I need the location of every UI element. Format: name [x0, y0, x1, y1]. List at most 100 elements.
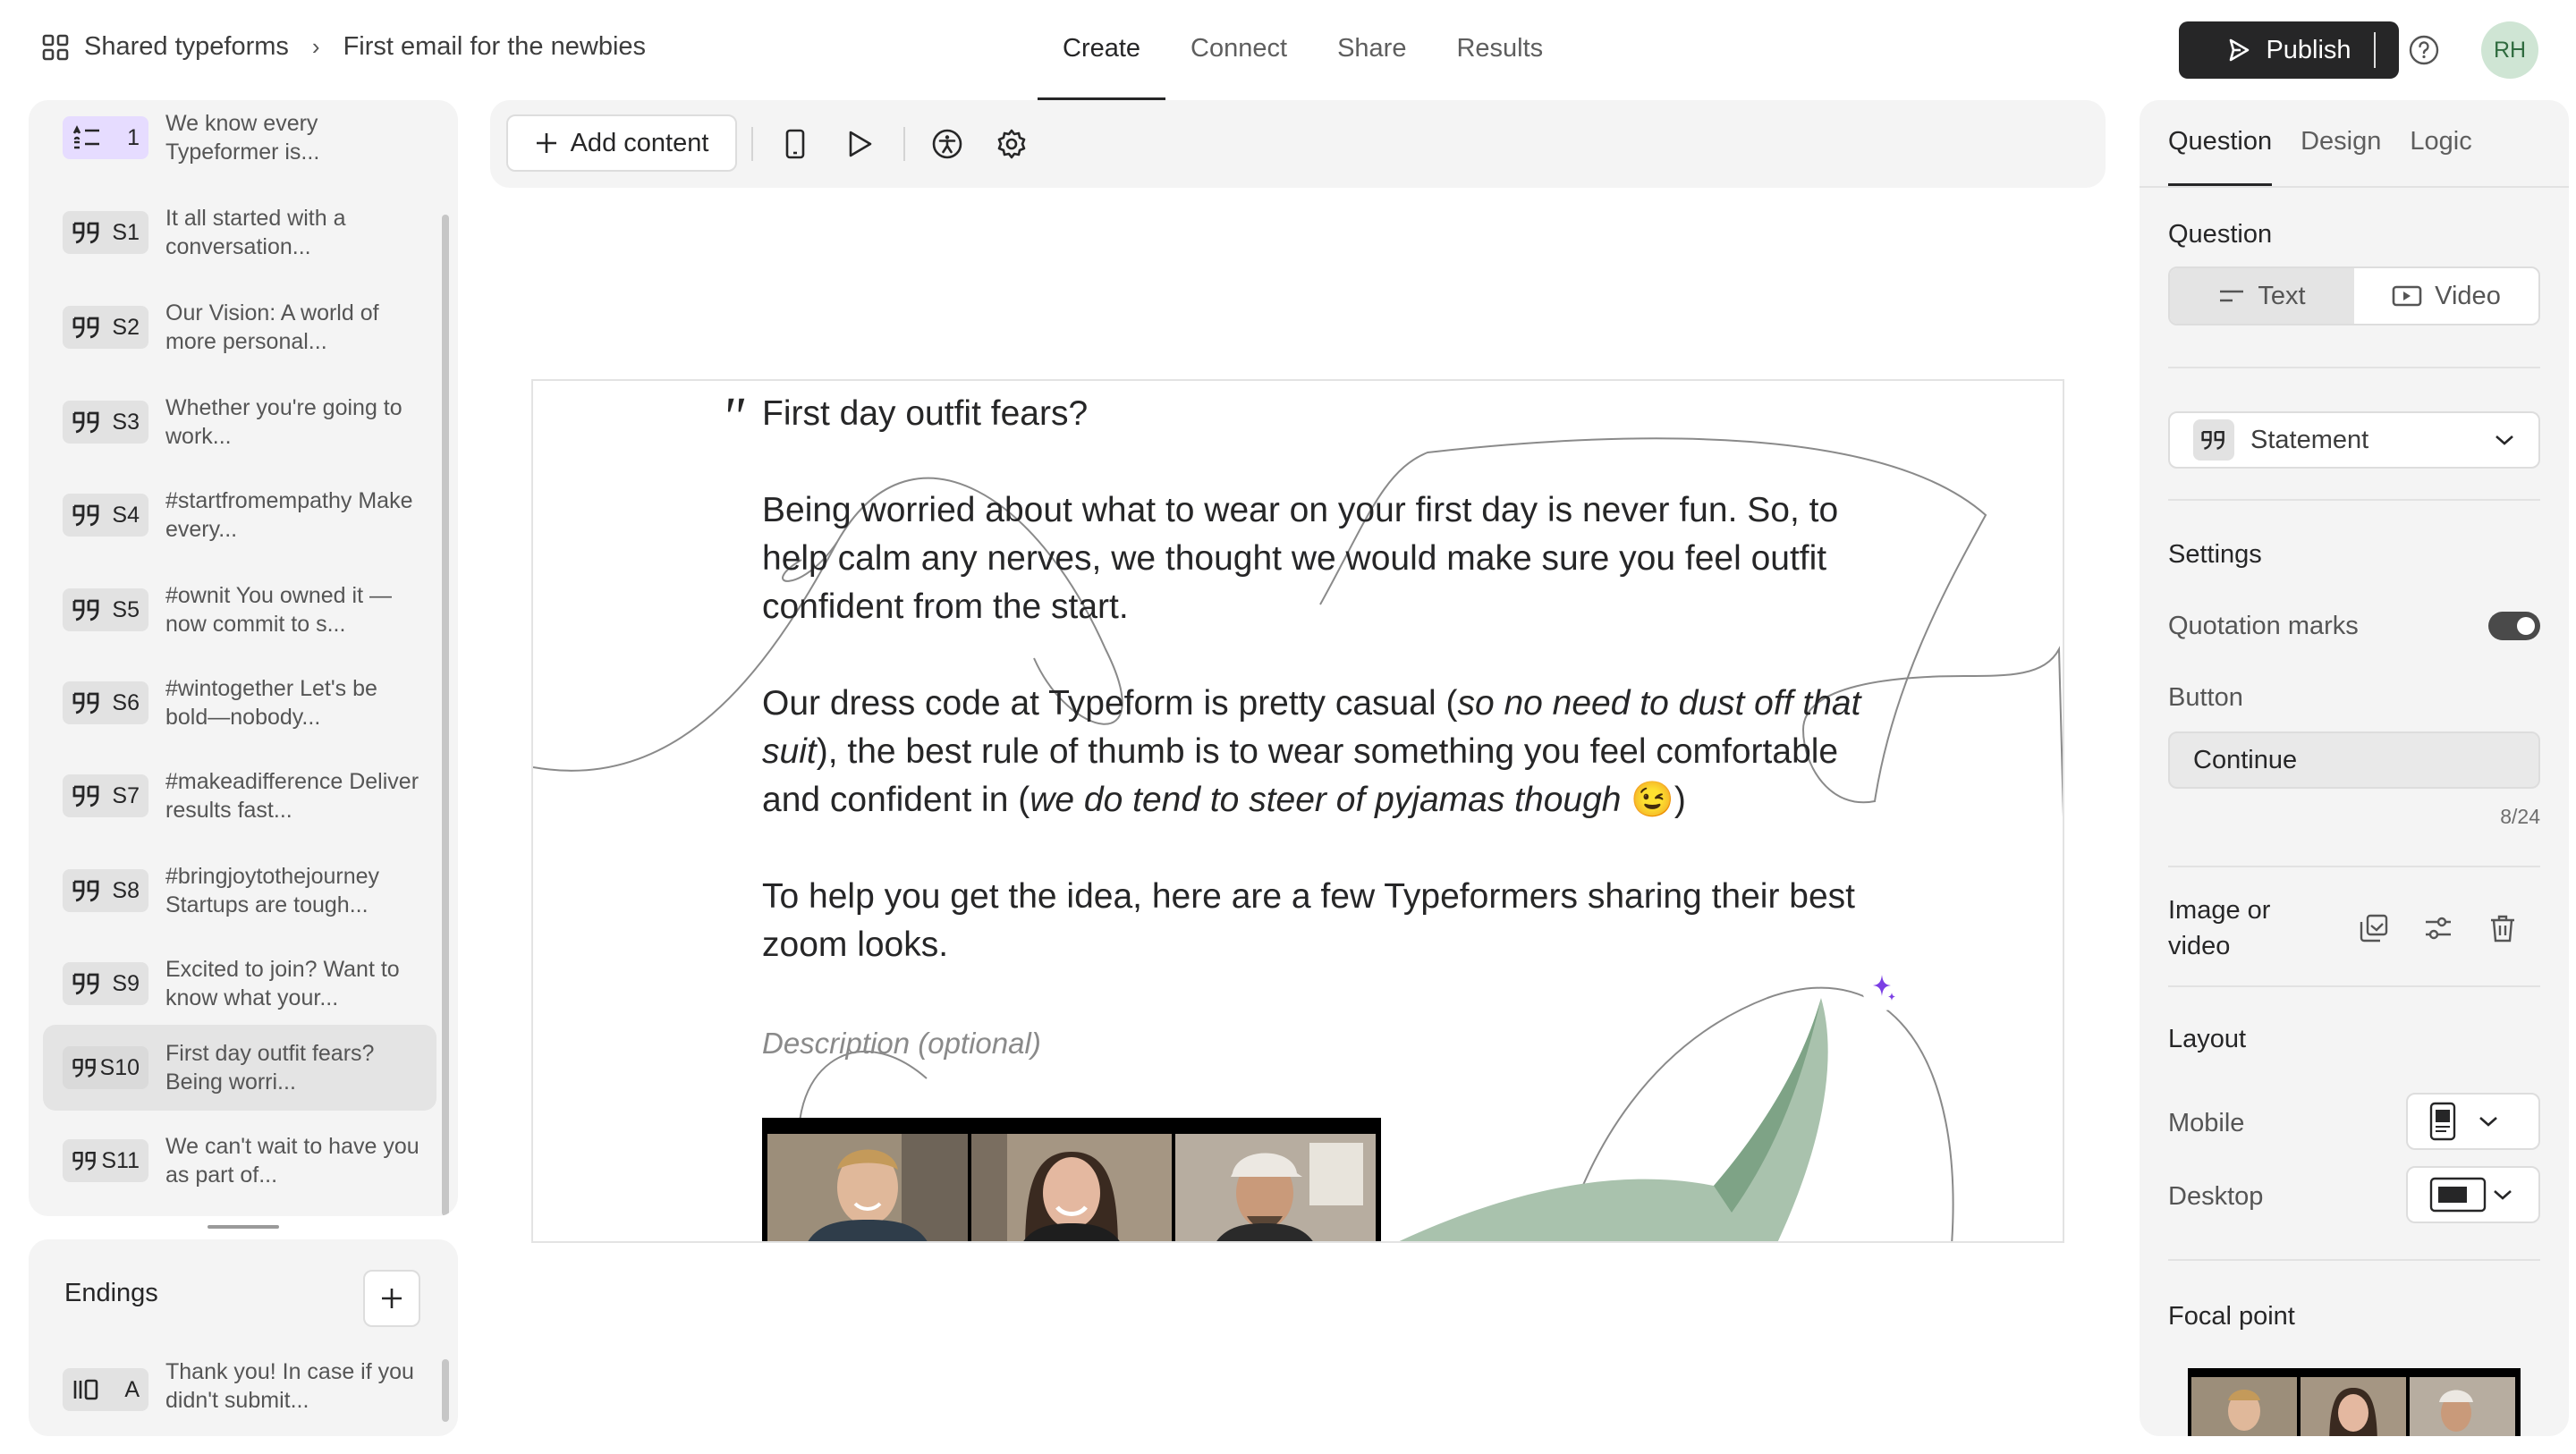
button-label: Button	[2168, 683, 2243, 712]
question-item-label: First day outfit fears? Being worri...	[165, 1041, 375, 1095]
question-badge: S2	[63, 306, 148, 349]
endings-scrollbar[interactable]	[442, 1359, 449, 1422]
question-badge: S11	[63, 1139, 148, 1182]
desktop-layout-label: Desktop	[2168, 1182, 2264, 1211]
replace-media-icon[interactable]	[2356, 910, 2392, 946]
divider	[2140, 186, 2569, 188]
avatar[interactable]: RH	[2481, 21, 2538, 79]
question-list-scrollbar[interactable]	[442, 215, 449, 1216]
header-divider	[2374, 32, 2376, 68]
add-content-button[interactable]: Add content	[506, 114, 737, 172]
button-text-input[interactable]	[2168, 731, 2540, 789]
list-icon	[72, 125, 99, 149]
add-content-label: Add content	[570, 128, 709, 157]
question-heading: Question	[2168, 220, 2273, 249]
mobile-layout-dropdown[interactable]	[2406, 1093, 2540, 1150]
leaf-graphic	[1399, 998, 1828, 1241]
question-badge: S8	[63, 869, 148, 912]
tab-create[interactable]: Create	[1038, 0, 1166, 100]
settings-gear-icon[interactable]	[995, 127, 1029, 161]
quote-mark-icon: "	[721, 387, 745, 448]
plus-icon	[382, 1289, 402, 1308]
question-item[interactable]: S9 Excited to join? Want to know what yo…	[43, 941, 436, 1027]
question-item[interactable]: S11 We can't wait to have you as part of…	[43, 1118, 436, 1204]
question-item[interactable]: S4 #startfromempathy Make every...	[43, 472, 436, 558]
question-item-label: Our Vision: A world of more personal...	[165, 300, 379, 354]
breadcrumb-form-title[interactable]: First email for the newbies	[343, 32, 646, 62]
question-item[interactable]: S6 #wintogether Let's be bold—nobody...	[43, 660, 436, 746]
focal-point-heading: Focal point	[2168, 1302, 2295, 1331]
question-item[interactable]: S3 Whether you're going to work...	[43, 379, 436, 465]
video-icon	[2392, 285, 2422, 307]
tab-connect[interactable]: Connect	[1165, 0, 1312, 100]
plus-icon	[536, 133, 556, 153]
video-option-button[interactable]: Video	[2354, 268, 2538, 324]
ending-icon	[73, 1379, 98, 1400]
workspace-grid-icon[interactable]	[41, 33, 70, 62]
tab-design[interactable]: Design	[2301, 100, 2381, 186]
adjust-sliders-icon[interactable]	[2420, 910, 2456, 946]
ending-item[interactable]: A Thank you! In case if you didn't submi…	[43, 1350, 436, 1429]
add-ending-button[interactable]	[363, 1270, 420, 1327]
description-input[interactable]: Description (optional)	[762, 1027, 1041, 1061]
question-item-label: #wintogether Let's be bold—nobody...	[165, 676, 377, 730]
mobile-layout-icon	[2429, 1102, 2456, 1141]
question-item[interactable]: S7 #makeadifference Deliver results fast…	[43, 753, 436, 839]
divider	[2168, 985, 2540, 987]
mobile-preview-icon[interactable]	[778, 127, 812, 161]
tab-share[interactable]: Share	[1312, 0, 1431, 100]
tab-logic[interactable]: Logic	[2410, 100, 2471, 186]
question-list-panel: 1 We know every Typeformer is... S1 It a…	[29, 100, 458, 1216]
text-option-button[interactable]: Text	[2170, 268, 2354, 324]
question-badge: S10	[63, 1046, 148, 1089]
question-type-toggle: Text Video	[2168, 266, 2540, 325]
question-badge: 1	[63, 116, 148, 159]
quote-icon	[72, 692, 99, 714]
tab-question[interactable]: Question	[2168, 100, 2273, 186]
quote-icon	[72, 411, 99, 434]
main-nav-tabs: Create Connect Share Results	[1038, 0, 1568, 100]
breadcrumb-workspace-link[interactable]: Shared typeforms	[84, 32, 289, 62]
question-item-label: #bringjoytothejourney Startups are tough…	[165, 864, 380, 917]
help-icon[interactable]	[2408, 34, 2440, 66]
question-badge: S6	[63, 681, 148, 724]
endings-panel: Endings A Thank you! In case if you didn…	[29, 1239, 458, 1436]
question-badge: S5	[63, 588, 148, 631]
question-item[interactable]: S8 #bringjoytothejourney Startups are to…	[43, 848, 436, 934]
button-char-counter: 8/24	[2500, 805, 2540, 828]
focal-point-image[interactable]	[2188, 1368, 2521, 1436]
image-or-video-label: Image or video	[2168, 896, 2271, 960]
settings-tabs: Question Design Logic	[2168, 100, 2472, 186]
quote-icon	[72, 1151, 96, 1171]
video-call-person-1	[767, 1134, 968, 1241]
question-badge: S1	[63, 211, 148, 254]
ai-sparkle-icon[interactable]	[1860, 966, 1907, 1012]
question-item[interactable]: S1 It all started with a conversation...	[43, 190, 436, 275]
trash-icon[interactable]	[2485, 910, 2521, 946]
chevron-down-icon	[2479, 1117, 2497, 1127]
statement-paragraph-1: Being worried about what to wear on your…	[762, 491, 1839, 626]
question-item-label: It all started with a conversation...	[165, 206, 346, 259]
question-item-selected[interactable]: S10 First day outfit fears? Being worri.…	[43, 1025, 436, 1111]
question-item[interactable]: S5 #ownit You owned it —now commit to s.…	[43, 567, 436, 653]
question-item[interactable]: S2 Our Vision: A world of more personal.…	[43, 284, 436, 370]
play-preview-icon[interactable]	[843, 127, 877, 161]
publish-button[interactable]: Publish	[2179, 21, 2399, 79]
question-badge: S4	[63, 494, 148, 537]
endings-title: Endings	[64, 1279, 158, 1307]
breadcrumb: Shared typeforms › First email for the n…	[41, 32, 646, 62]
quote-icon	[72, 785, 99, 807]
question-type-dropdown[interactable]: Statement	[2168, 411, 2540, 469]
accessibility-icon[interactable]	[930, 127, 964, 161]
tab-results[interactable]: Results	[1431, 0, 1568, 100]
statement-text[interactable]: First day outfit fears? Being worried ab…	[762, 390, 1871, 1018]
form-preview-canvas[interactable]: " First day outfit fears? Being worried …	[531, 379, 2064, 1243]
ending-badge: A	[63, 1368, 148, 1411]
publish-label: Publish	[2266, 35, 2351, 64]
quotation-marks-toggle[interactable]	[2488, 612, 2540, 640]
quotation-marks-label: Quotation marks	[2168, 612, 2359, 640]
panel-resize-handle[interactable]	[208, 1225, 279, 1229]
question-item[interactable]: 1 We know every Typeformer is...	[43, 100, 436, 181]
statement-image[interactable]	[762, 1118, 1381, 1241]
desktop-layout-dropdown[interactable]	[2406, 1166, 2540, 1223]
